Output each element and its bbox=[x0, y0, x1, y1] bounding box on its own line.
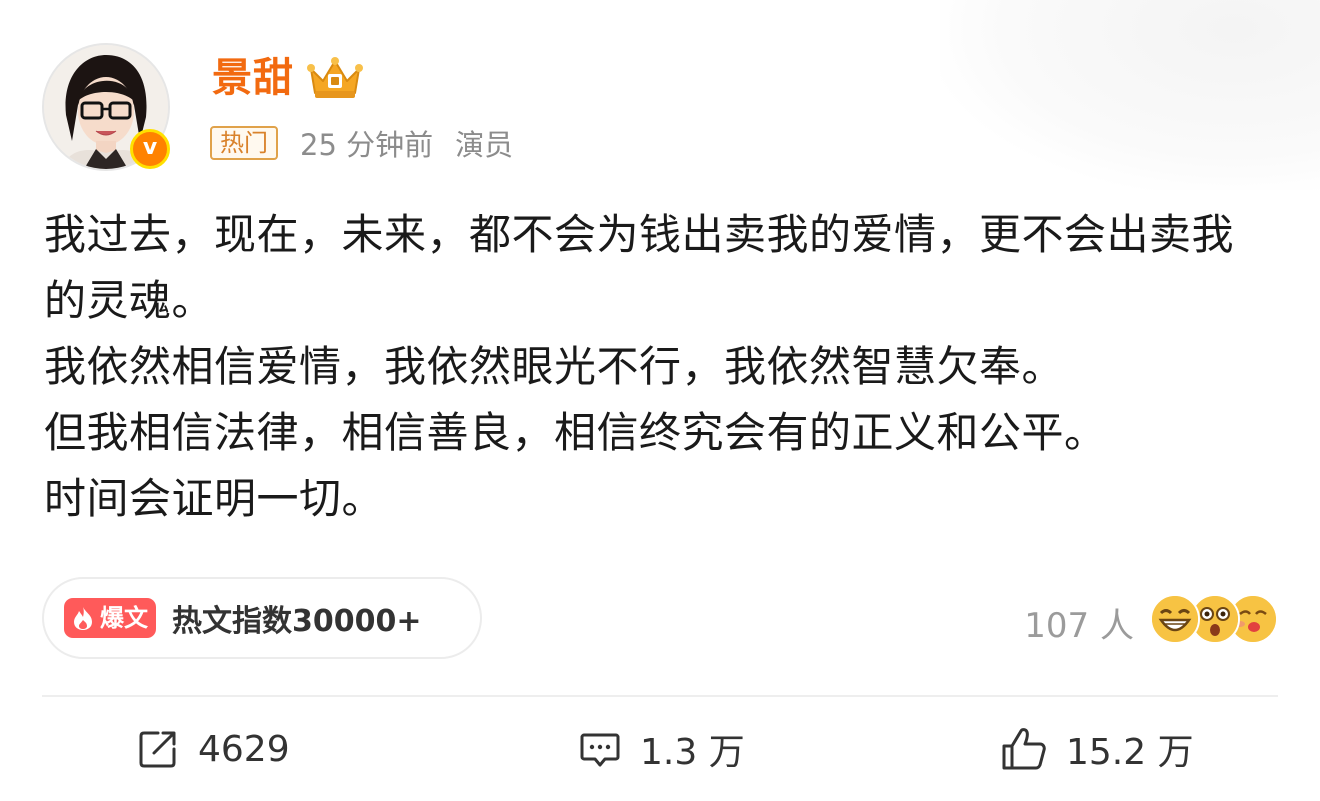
avatar[interactable]: v bbox=[42, 43, 170, 171]
hot-index-text: 热文指数30000+ bbox=[172, 604, 422, 639]
share-icon bbox=[139, 731, 176, 768]
repost-button[interactable]: 4629 bbox=[136, 722, 290, 776]
reaction-count[interactable]: 107 人 bbox=[1024, 598, 1134, 647]
post-paragraph-3: 但我相信法律，相信善良，相信终究会有的正义和公平。 bbox=[44, 408, 1107, 457]
post-paragraph-2: 我依然相信爱情，我依然眼光不行，我依然智慧欠奉。 bbox=[44, 342, 1065, 391]
thumbs-up-icon bbox=[1002, 728, 1046, 770]
post-time: 25 分钟前 bbox=[300, 128, 434, 162]
comment-icon bbox=[580, 733, 620, 767]
post-meta: 热门 25 分钟前 演员 bbox=[210, 123, 513, 163]
crown-icon[interactable] bbox=[305, 55, 365, 101]
like-count: 15.2 万 bbox=[1066, 732, 1194, 773]
flame-icon bbox=[74, 607, 92, 630]
grin-emoji bbox=[1150, 594, 1200, 644]
repost-count: 4629 bbox=[198, 728, 290, 770]
baowen-badge: 爆文 bbox=[64, 598, 156, 638]
comment-button[interactable]: 1.3 万 bbox=[578, 722, 745, 776]
baowen-label: 爆文 bbox=[100, 604, 148, 632]
divider bbox=[42, 695, 1278, 697]
hot-index-pill[interactable]: 爆文 热文指数30000+ bbox=[42, 577, 482, 659]
like-button[interactable]: 15.2 万 bbox=[1000, 722, 1194, 776]
background-shade bbox=[940, 0, 1320, 190]
username[interactable]: 景甜 bbox=[212, 52, 294, 104]
user-role: 演员 bbox=[455, 128, 514, 162]
comment-count: 1.3 万 bbox=[640, 732, 745, 773]
verified-v-icon: v bbox=[130, 129, 170, 169]
post-paragraph-4: 时间会证明一切。 bbox=[44, 474, 385, 523]
hot-tag[interactable]: 热门 bbox=[210, 126, 278, 160]
post-content: 我过去，现在，未来，都不会为钱出卖我的爱情，更不会出卖我的灵魂。 我依然相信爱情… bbox=[44, 202, 1264, 532]
reaction-emojis[interactable] bbox=[1150, 594, 1280, 646]
post-paragraph-1: 我过去，现在，未来，都不会为钱出卖我的爱情，更不会出卖我的灵魂。 bbox=[44, 210, 1235, 325]
